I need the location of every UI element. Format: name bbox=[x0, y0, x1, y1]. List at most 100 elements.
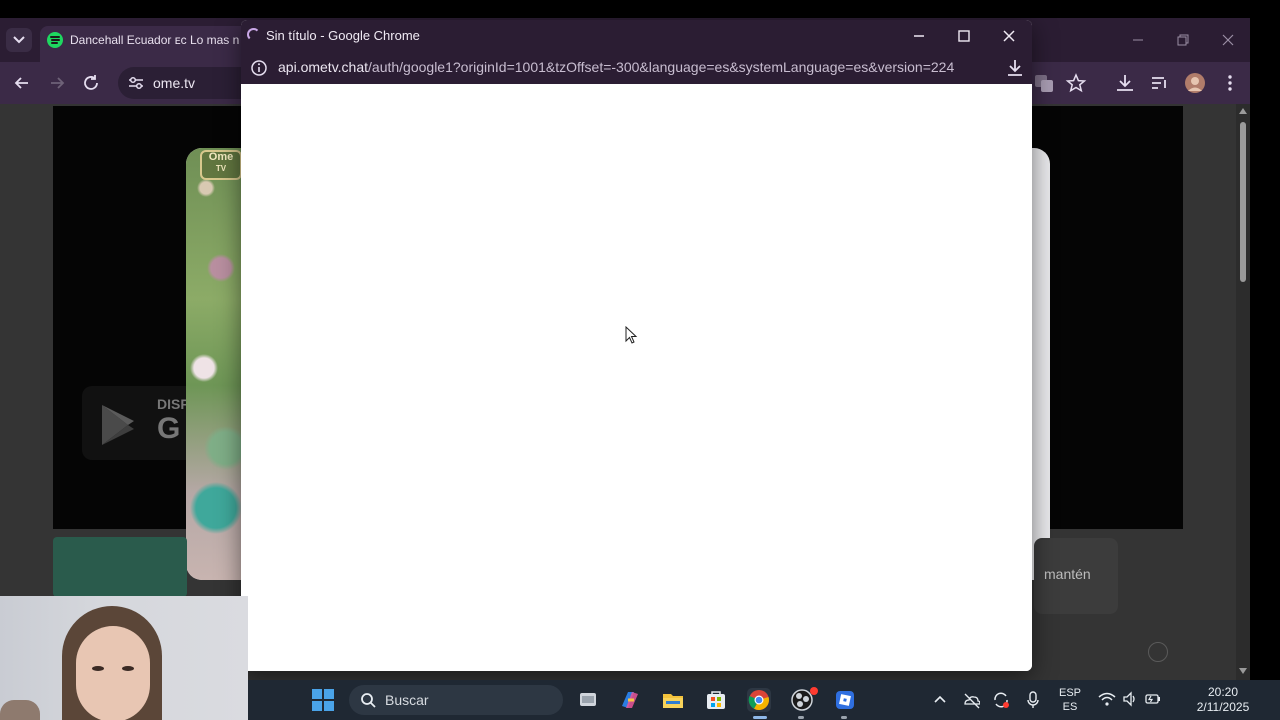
screen-edge bbox=[1250, 0, 1280, 680]
start-button[interactable] bbox=[312, 689, 334, 711]
microsoft-store-app[interactable] bbox=[704, 688, 728, 712]
emoji-button[interactable] bbox=[1148, 642, 1168, 662]
file-explorer-app[interactable] bbox=[661, 688, 685, 712]
windows-taskbar: Buscar ESP ES 20:20 2/11/2025 bbox=[248, 680, 1280, 720]
arrow-left-icon bbox=[14, 77, 28, 89]
scroll-thumb[interactable] bbox=[1240, 122, 1246, 282]
more-vertical-icon bbox=[1228, 75, 1232, 91]
popup-maximize-button[interactable] bbox=[954, 26, 974, 46]
restore-icon bbox=[1177, 34, 1189, 46]
webcam-person-face bbox=[76, 626, 150, 720]
download-icon[interactable] bbox=[1005, 58, 1025, 78]
microphone-icon[interactable] bbox=[1026, 691, 1040, 709]
chat-hint-text: mantén bbox=[1044, 566, 1091, 582]
restore-button[interactable] bbox=[1173, 30, 1193, 50]
chevron-down-icon bbox=[13, 36, 25, 44]
chrome-app[interactable] bbox=[747, 688, 771, 712]
minimize-icon bbox=[914, 35, 924, 37]
arrow-right-icon bbox=[51, 77, 65, 89]
copilot-app[interactable] bbox=[618, 688, 642, 712]
site-settings-icon bbox=[129, 76, 143, 90]
tab-spotify[interactable]: Dancehall Ecuador ᴇᴄ Lo mas n bbox=[40, 26, 260, 62]
chevron-up-icon[interactable] bbox=[932, 691, 948, 707]
page-scrollbar[interactable] bbox=[1236, 104, 1250, 680]
star-icon bbox=[1065, 73, 1087, 93]
download-icon bbox=[1117, 75, 1133, 91]
minimize-icon bbox=[1133, 39, 1143, 41]
scroll-up-arrow[interactable] bbox=[1239, 108, 1247, 114]
translate-button[interactable] bbox=[1032, 72, 1056, 94]
logo-ome: Ome bbox=[208, 151, 234, 163]
search-icon bbox=[361, 693, 376, 708]
task-view-icon bbox=[580, 693, 596, 706]
roblox-running-indicator bbox=[841, 716, 847, 719]
chrome-icon bbox=[748, 690, 769, 711]
popup-page-body bbox=[241, 84, 1032, 671]
ometv-logo: Ome TV bbox=[200, 150, 242, 180]
media-controls-button[interactable] bbox=[1148, 72, 1172, 94]
search-placeholder: Buscar bbox=[385, 692, 429, 708]
input-language[interactable]: ESP ES bbox=[1058, 686, 1082, 714]
back-button[interactable] bbox=[10, 72, 34, 94]
info-icon[interactable] bbox=[250, 59, 268, 77]
chat-start-button[interactable] bbox=[53, 537, 187, 597]
volume-icon[interactable] bbox=[1122, 691, 1138, 707]
forward-button[interactable] bbox=[45, 72, 69, 94]
popup-title-bar: Sin título - Google Chrome bbox=[241, 20, 1032, 52]
loading-spinner-icon bbox=[247, 28, 260, 41]
bookmark-button[interactable] bbox=[1064, 72, 1088, 94]
logo-tv: TV bbox=[215, 164, 227, 173]
spotify-icon bbox=[47, 32, 63, 48]
chrome-menu-button[interactable] bbox=[1218, 72, 1242, 94]
tab-search-button[interactable] bbox=[6, 28, 32, 52]
close-button[interactable] bbox=[1218, 30, 1238, 50]
system-clock[interactable]: 20:20 2/11/2025 bbox=[1173, 685, 1273, 715]
mouse-pointer-icon bbox=[625, 326, 638, 344]
profile-avatar[interactable] bbox=[1183, 72, 1207, 94]
popup-minimize-button[interactable] bbox=[909, 26, 929, 46]
taskview-button[interactable] bbox=[576, 688, 600, 712]
clock-date: 2/11/2025 bbox=[1196, 700, 1250, 714]
webcam-shoulder bbox=[0, 700, 40, 720]
popup-url[interactable]: api.ometv.chat/auth/google1?originId=100… bbox=[278, 59, 954, 75]
reload-button[interactable] bbox=[80, 72, 104, 94]
translate-icon bbox=[1035, 75, 1053, 92]
taskbar-search[interactable]: Buscar bbox=[349, 685, 563, 715]
roblox-icon bbox=[836, 691, 854, 709]
popup-close-button[interactable] bbox=[999, 26, 1019, 46]
keyboard-layout: ES bbox=[1062, 701, 1078, 713]
chat-hint-box: mantén bbox=[1034, 538, 1118, 614]
webcam-overlay bbox=[0, 596, 248, 720]
close-icon bbox=[1222, 34, 1234, 46]
store-badge-caption: DISP bbox=[157, 396, 190, 412]
close-icon bbox=[1003, 30, 1015, 42]
scroll-down-arrow[interactable] bbox=[1239, 668, 1247, 674]
wifi-icon[interactable] bbox=[1098, 691, 1116, 707]
tab-title: Dancehall Ecuador ᴇᴄ Lo mas n bbox=[70, 33, 240, 47]
minimize-button[interactable] bbox=[1128, 30, 1148, 50]
battery-icon[interactable] bbox=[1144, 691, 1162, 707]
obs-running-indicator bbox=[798, 716, 804, 719]
copilot-icon bbox=[622, 692, 638, 708]
popup-url-path: /auth/google1?originId=1001&tzOffset=-30… bbox=[368, 59, 955, 75]
popup-url-host: api.ometv.chat bbox=[278, 59, 369, 75]
avatar-icon bbox=[1185, 73, 1205, 93]
google-play-icon bbox=[102, 405, 134, 445]
google-auth-popup-window: Sin título - Google Chrome api.ometv.cha… bbox=[241, 20, 1032, 671]
clock-time: 20:20 bbox=[1207, 685, 1239, 699]
maximize-icon bbox=[958, 30, 970, 42]
store-icon bbox=[707, 691, 725, 709]
sync-icon[interactable] bbox=[992, 691, 1010, 709]
store-badge-name: G bbox=[157, 412, 181, 445]
downloads-button[interactable] bbox=[1113, 72, 1137, 94]
popup-title: Sin título - Google Chrome bbox=[266, 28, 420, 43]
roblox-app[interactable] bbox=[833, 688, 857, 712]
reload-icon bbox=[84, 75, 98, 90]
onedrive-off-icon[interactable] bbox=[962, 691, 980, 709]
language-code: ESP bbox=[1058, 687, 1081, 699]
folder-icon bbox=[663, 694, 683, 708]
system-tray: ESP ES 20:20 2/11/2025 bbox=[928, 680, 1280, 720]
address-bar-url: ome.tv bbox=[153, 75, 196, 91]
popup-address-bar: api.ometv.chat/auth/google1?originId=100… bbox=[241, 52, 1032, 84]
music-queue-icon bbox=[1152, 77, 1166, 89]
